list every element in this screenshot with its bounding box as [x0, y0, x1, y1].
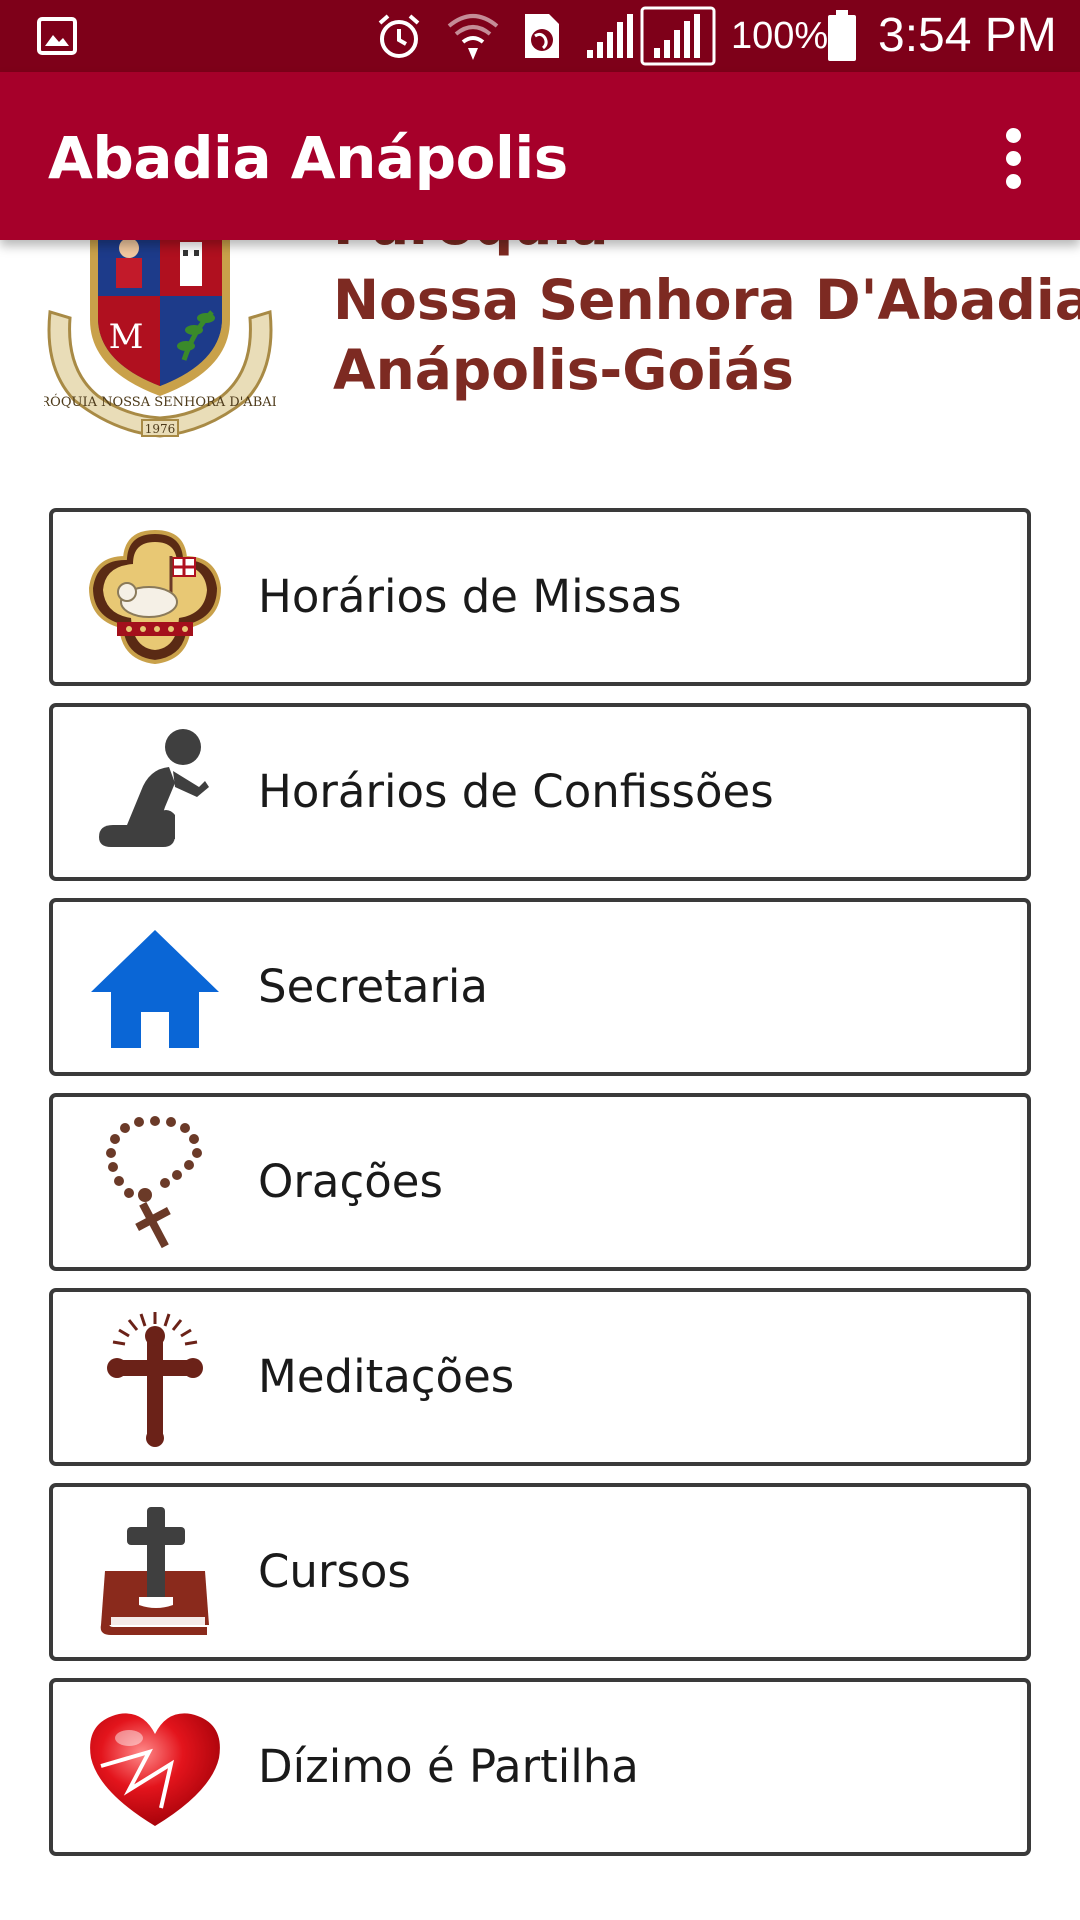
home-icon	[91, 930, 219, 1048]
menu-item-cursos[interactable]: Cursos	[49, 1483, 1031, 1661]
parish-header: PARÓQUIA NOSSA SENHORA D'ABADIA 1976 M P…	[0, 240, 1080, 440]
signal-icon	[587, 14, 633, 58]
parish-crest-icon: PARÓQUIA NOSSA SENHORA D'ABADIA 1976 M	[44, 240, 276, 438]
lamb-of-god-icon	[88, 529, 222, 665]
wifi-icon	[447, 14, 499, 60]
app-title: Abadia Anápolis	[48, 124, 568, 192]
menu-item-label: Horários de Missas	[258, 570, 682, 623]
battery-icon	[828, 10, 856, 61]
bible-icon	[100, 1507, 209, 1635]
gallery-icon	[37, 17, 77, 55]
globe-icon	[525, 14, 559, 58]
kneeling-person-icon	[99, 729, 209, 847]
heart-icon	[90, 1713, 220, 1826]
menu-item-label: Cursos	[258, 1545, 411, 1598]
signal-icon	[640, 6, 716, 66]
menu-item-meditacoes[interactable]: Meditações	[49, 1288, 1031, 1466]
more-vert-icon[interactable]	[994, 126, 1034, 190]
menu-item-secretaria[interactable]: Secretaria	[49, 898, 1031, 1076]
menu-item-label: Dízimo é Partilha	[258, 1740, 639, 1793]
status-clock: 3:54 PM	[878, 9, 1057, 62]
parish-name-line1: Paróquia	[333, 240, 608, 258]
alarm-icon	[378, 14, 420, 58]
cross-icon	[107, 1312, 203, 1447]
menu-item-dizimo[interactable]: Dízimo é Partilha	[49, 1678, 1031, 1856]
status-bar: 100% 3:54 PM	[0, 0, 1080, 72]
svg-text:1976: 1976	[145, 422, 176, 436]
menu-item-oracoes[interactable]: Orações	[49, 1093, 1031, 1271]
main-menu: Horários de Missas Horários de Confissõe…	[49, 508, 1031, 1873]
menu-item-horarios-missas[interactable]: Horários de Missas	[49, 508, 1031, 686]
menu-item-horarios-confissoes[interactable]: Horários de Confissões	[49, 703, 1031, 881]
menu-item-label: Meditações	[258, 1350, 515, 1403]
app-bar: Abadia Anápolis	[0, 72, 1080, 240]
rosary-icon	[106, 1116, 202, 1249]
menu-item-label: Horários de Confissões	[258, 765, 774, 818]
parish-name-line2: Nossa Senhora D'Abadia	[333, 268, 1080, 332]
svg-text:M: M	[109, 317, 144, 357]
menu-item-label: Secretaria	[258, 960, 488, 1013]
battery-percent: 100%	[731, 15, 829, 57]
parish-city: Anápolis-Goiás	[333, 338, 794, 402]
menu-item-label: Orações	[258, 1155, 443, 1208]
